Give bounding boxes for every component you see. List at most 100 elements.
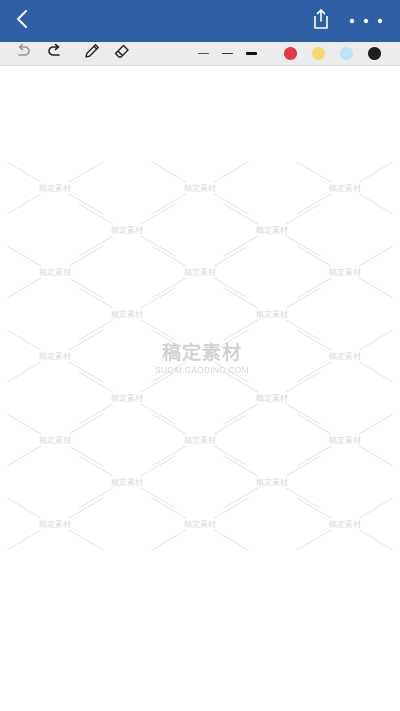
watermark-small-text: 稿定素材	[39, 519, 71, 529]
redo-button[interactable]	[44, 42, 66, 65]
watermark-line	[358, 245, 394, 267]
watermark-line	[223, 455, 259, 477]
watermark-line	[213, 245, 249, 267]
watermark-line	[296, 329, 332, 351]
watermark-line	[6, 329, 42, 351]
drawing-app: 稿定素材 稿定素材 稿定素材 稿定素材 稿定素材 稿定素材 稿定素材 稿定素材 稿定素材 稿定素材…	[0, 0, 400, 711]
watermark-line	[213, 193, 249, 215]
watermark-line	[358, 161, 394, 183]
watermark-line	[68, 329, 104, 351]
watermark-line	[358, 329, 394, 351]
watermark-small-text: 稿定素材	[329, 267, 361, 277]
watermark-line	[213, 445, 249, 467]
watermark-small-text: 稿定素材	[184, 183, 216, 193]
watermark-line	[68, 361, 104, 383]
color-yellow-button[interactable]	[307, 42, 329, 65]
watermark-line	[78, 203, 114, 225]
watermark-line	[213, 497, 249, 519]
watermark-line	[213, 277, 249, 299]
watermark-line	[285, 403, 321, 425]
watermark-line	[6, 245, 42, 267]
watermark-line	[358, 445, 394, 467]
drawing-toolbar	[0, 42, 400, 66]
stroke-thin-indicator	[197, 53, 209, 54]
watermark-line	[6, 361, 42, 383]
watermark-line	[78, 319, 114, 341]
watermark-line	[285, 455, 321, 477]
watermark-small-text: 稿定素材	[111, 477, 143, 487]
watermark-line	[6, 413, 42, 435]
undo-icon	[15, 43, 31, 63]
watermark-line	[151, 445, 187, 467]
eraser-icon	[113, 42, 131, 65]
watermark-line	[6, 277, 42, 299]
stroke-thick-button[interactable]	[243, 42, 259, 65]
watermark-line	[68, 497, 104, 519]
pen-icon	[83, 42, 101, 65]
watermark-line	[296, 245, 332, 267]
top-bar	[0, 0, 400, 42]
watermark-line	[285, 287, 321, 309]
watermark-line	[296, 445, 332, 467]
more-button[interactable]	[344, 0, 388, 42]
watermark-line	[140, 235, 176, 257]
watermark-line	[296, 497, 332, 519]
color-swatch-black	[367, 47, 381, 60]
watermark-small-text: 稿定素材	[256, 393, 288, 403]
stroke-medium-button[interactable]	[219, 42, 235, 65]
watermark-small-text: 稿定素材	[329, 519, 361, 529]
watermark-pattern: 稿定素材 稿定素材 稿定素材稿定素材 稿定素材 稿定素材稿定素材 稿定素材稿定素材 稿定素材…	[6, 161, 394, 551]
watermark-line	[223, 203, 259, 225]
watermark-small-text: 稿定素材	[329, 351, 361, 361]
watermark-line	[151, 529, 187, 551]
watermark-line	[78, 455, 114, 477]
watermark-line	[151, 277, 187, 299]
share-button[interactable]	[305, 0, 337, 42]
watermark-line	[296, 361, 332, 383]
watermark-line	[296, 161, 332, 183]
watermark-line	[151, 413, 187, 435]
watermark-line	[285, 203, 321, 225]
watermark-line	[6, 529, 42, 551]
watermark-en-text: SUCAI.GAODING.COM	[155, 366, 249, 375]
watermark-line	[140, 403, 176, 425]
stroke-medium-indicator	[221, 52, 233, 55]
watermark-line	[223, 287, 259, 309]
color-swatch-light-blue	[339, 47, 353, 60]
back-button[interactable]	[6, 0, 38, 42]
watermark-small-text: 稿定素材	[184, 435, 216, 445]
watermark-small-text: 稿定素材	[111, 393, 143, 403]
watermark-line	[6, 445, 42, 467]
watermark-line	[151, 161, 187, 183]
watermark-center: 稿定素材 SUCAI.GAODING.COM	[140, 338, 264, 375]
watermark-small-text: 稿定素材	[39, 351, 71, 361]
watermark-line	[285, 371, 321, 393]
watermark-line	[285, 319, 321, 341]
watermark-line	[140, 287, 176, 309]
watermark-line	[78, 403, 114, 425]
color-black-button[interactable]	[363, 42, 385, 65]
watermark-line	[296, 413, 332, 435]
watermark-line	[78, 235, 114, 257]
watermark-line	[358, 193, 394, 215]
stroke-thick-indicator	[245, 52, 257, 55]
watermark-line	[223, 403, 259, 425]
color-light-blue-button[interactable]	[335, 42, 357, 65]
undo-button[interactable]	[12, 42, 34, 65]
watermark-small-text: 稿定素材	[111, 309, 143, 319]
watermark-line	[68, 445, 104, 467]
watermark-line	[358, 529, 394, 551]
color-red-button[interactable]	[279, 42, 301, 65]
stroke-thin-button[interactable]	[195, 42, 211, 65]
watermark-line	[296, 193, 332, 215]
drawing-canvas[interactable]: 稿定素材 稿定素材 稿定素材 稿定素材 稿定素材 稿定素材 稿定素材 稿定素材 稿定素材 稿定素材…	[0, 66, 400, 711]
watermark-line	[223, 319, 259, 341]
eraser-button[interactable]	[110, 42, 134, 65]
watermark-small-text: 稿定素材	[256, 225, 288, 235]
watermark-line	[78, 487, 114, 509]
pen-button[interactable]	[80, 42, 104, 65]
watermark-small-text: 稿定素材	[256, 477, 288, 487]
watermark-line	[140, 371, 176, 393]
watermark-line	[358, 277, 394, 299]
share-icon	[312, 8, 330, 35]
